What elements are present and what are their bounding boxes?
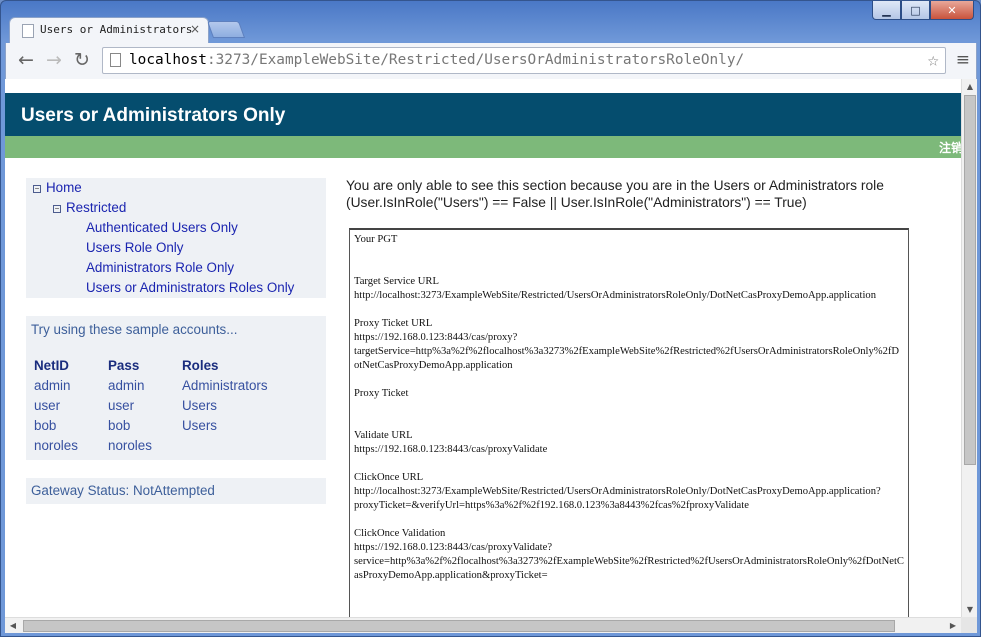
page-favicon-icon [22, 24, 34, 38]
forward-arrow-icon[interactable]: → [42, 49, 66, 71]
accounts-hint: Try using these sample accounts... [31, 322, 238, 337]
gateway-status: Gateway Status: NotAttempted [31, 483, 215, 498]
pass-cell: bob [108, 417, 131, 433]
address-bar[interactable]: localhost:3273/ExampleWebSite/Restricted… [102, 47, 946, 74]
horizontal-scrollbar[interactable]: ◀ ▶ [5, 617, 961, 633]
column-header: Roles [182, 357, 219, 373]
browser-tab[interactable]: Users or Administrators × [9, 17, 209, 43]
horizontal-scroll-thumb[interactable] [23, 620, 895, 632]
tree-item-administrators-role[interactable]: Administrators Role Only [86, 260, 234, 275]
tree-item-authenticated[interactable]: Authenticated Users Only [86, 220, 238, 235]
status-bar: 注销 [5, 136, 961, 158]
roles-cell: Users [182, 397, 217, 413]
tab-title: Users or Administrators [40, 23, 193, 36]
new-tab-button[interactable] [206, 21, 246, 38]
back-arrow-icon[interactable]: ← [14, 49, 38, 71]
tree-item-users-or-admins[interactable]: Users or Administrators Roles Only [86, 280, 294, 295]
vertical-scrollbar[interactable]: ▲ ▼ [961, 79, 977, 617]
browser-window: ▁ □ ✕ Users or Administrators × ← → ↻ lo… [0, 0, 981, 637]
browser-toolbar: ← → ↻ localhost:3273/ExampleWebSite/Rest… [5, 43, 977, 79]
page-title: Users or Administrators Only [21, 105, 286, 126]
logout-link[interactable]: 注销 [939, 139, 961, 156]
table-row: user user Users [32, 395, 268, 415]
roles-cell: Users [182, 417, 217, 433]
scroll-right-icon[interactable]: ▶ [945, 618, 961, 634]
collapse-icon[interactable]: − [53, 205, 61, 213]
gateway-status-panel: Gateway Status: NotAttempted [26, 478, 326, 504]
pass-cell: noroles [108, 437, 152, 453]
page-header: Users or Administrators Only [5, 93, 961, 136]
roles-cell [180, 435, 268, 455]
scroll-corner [961, 617, 977, 633]
reload-icon[interactable]: ↻ [70, 49, 94, 71]
sample-accounts-panel: Try using these sample accounts... NetID… [26, 316, 326, 460]
column-header: NetID [34, 357, 69, 373]
table-row: bob bob Users [32, 415, 268, 435]
pass-cell: user [108, 397, 135, 413]
pgt-output[interactable]: Your PGT Target Service URL http://local… [349, 228, 909, 617]
site-tree: − Home − Restricted Authenticated Users On… [26, 178, 326, 298]
page-icon [110, 53, 121, 67]
tree-item-users-role[interactable]: Users Role Only [86, 240, 183, 255]
role-explanation: You are only able to see this section be… [346, 178, 884, 210]
scroll-up-icon[interactable]: ▲ [962, 79, 978, 94]
window-controls: ▁ □ ✕ [872, 1, 974, 20]
scroll-left-icon[interactable]: ◀ [5, 618, 21, 634]
table-row: noroles noroles [32, 435, 268, 455]
roles-cell: Administrators [182, 377, 268, 393]
table-row: admin admin Administrators [32, 375, 268, 395]
page-viewport: Users or Administrators Only 注销 − Home − R… [5, 79, 961, 617]
minimize-button[interactable]: ▁ [872, 1, 901, 20]
vertical-scroll-thumb[interactable] [964, 95, 976, 465]
netid-cell: user [34, 397, 61, 413]
menu-icon[interactable]: ≡ [956, 50, 970, 70]
close-window-button[interactable]: ✕ [930, 1, 974, 20]
tree-restricted-link[interactable]: Restricted [66, 200, 126, 215]
netid-cell: noroles [34, 437, 78, 453]
scroll-down-icon[interactable]: ▼ [962, 602, 978, 617]
maximize-button[interactable]: □ [901, 1, 930, 20]
collapse-icon[interactable]: − [33, 185, 41, 193]
netid-cell: bob [34, 417, 57, 433]
tab-close-icon[interactable]: × [190, 22, 200, 36]
netid-cell: admin [34, 377, 71, 393]
pass-cell: admin [108, 377, 145, 393]
url-host: localhost [129, 52, 207, 68]
accounts-table: NetID Pass Roles admin admin Administrat… [32, 355, 268, 455]
tree-home-link[interactable]: Home [46, 180, 82, 195]
column-header: Pass [108, 357, 140, 373]
url-path: :3273/ExampleWebSite/Restricted/UsersOrA… [206, 52, 745, 68]
bookmark-star-icon[interactable]: ☆ [928, 49, 939, 71]
